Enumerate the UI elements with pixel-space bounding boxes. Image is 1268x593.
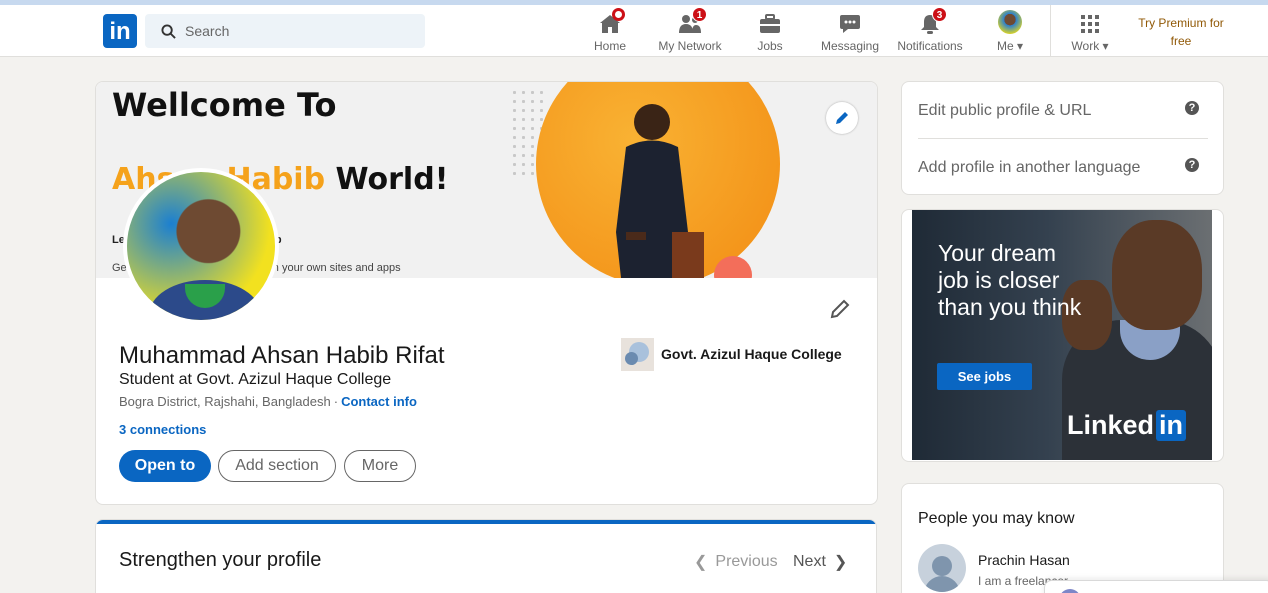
edit-banner-button[interactable]: [826, 102, 858, 134]
profile-name: Muhammad Ahsan Habib Rifat: [119, 342, 445, 369]
messaging-icon: [840, 15, 860, 33]
see-jobs-button[interactable]: See jobs: [937, 363, 1032, 390]
briefcase-icon: [760, 14, 780, 33]
search-input[interactable]: [185, 14, 415, 48]
more-button[interactable]: More: [344, 450, 416, 482]
connections-link[interactable]: 3 connections: [119, 422, 206, 437]
profile-headline: Student at Govt. Azizul Haque College: [119, 371, 392, 388]
grid-icon: [1081, 15, 1099, 33]
pymk-person-name[interactable]: Prachin Hasan: [978, 552, 1070, 568]
contact-info-link[interactable]: Contact info: [341, 394, 417, 409]
notifications-badge: 3: [932, 7, 947, 22]
ad-logo-box: in: [1156, 410, 1187, 441]
add-language-profile-link[interactable]: Add profile in another language: [918, 159, 1140, 177]
nav-notifications-label: Notifications: [897, 39, 963, 53]
nav-me-label: Me: [996, 39, 1014, 53]
me-avatar-icon: [998, 10, 1022, 34]
banner-person-illustration: [616, 104, 704, 278]
banner-small-line-2-end: on your own sites and apps: [266, 262, 401, 274]
edit-intro-button[interactable]: [829, 298, 851, 325]
nav-divider: [1050, 5, 1051, 57]
strengthen-title: Strengthen your profile: [119, 549, 322, 571]
edit-public-profile-link[interactable]: Edit public profile & URL: [918, 102, 1091, 120]
banner-title: Wellcome To: [112, 86, 337, 124]
help-icon[interactable]: ?: [1185, 101, 1199, 115]
ad-linkedin-logo: Linked in: [1067, 410, 1187, 441]
pymk-avatar-shoulders: [924, 576, 960, 592]
try-premium-link[interactable]: Try Premium for free: [1131, 14, 1231, 50]
nav-my-network[interactable]: 1 My Network: [652, 7, 728, 56]
next-label: Next: [793, 553, 826, 570]
nav-messaging[interactable]: Messaging: [818, 10, 882, 56]
profile-photo[interactable]: [123, 168, 279, 324]
linkedin-logo[interactable]: in: [103, 14, 137, 48]
nav-home-label: Home: [593, 39, 626, 53]
profile-location-row: Bogra District, Rajshahi, Bangladesh · Con…: [119, 394, 417, 409]
ad-person-face: [1112, 220, 1202, 330]
next-button[interactable]: Next ❯: [793, 552, 847, 572]
people-you-may-know-card: People you may know Prachin Hasan I am a…: [901, 483, 1224, 593]
messaging-popup[interactable]: [1044, 580, 1268, 593]
search-icon: [161, 24, 176, 39]
nav-home[interactable]: Home: [590, 8, 630, 56]
previous-label: Previous: [715, 553, 778, 570]
chevron-down-icon: ▾: [1016, 39, 1024, 53]
nav-jobs-label: Jobs: [757, 39, 783, 53]
chevron-right-icon: ❯: [833, 554, 848, 571]
messaging-avatar: [1059, 589, 1081, 593]
college-logo[interactable]: [621, 338, 654, 371]
banner-subtitle-dark: World!: [325, 162, 449, 197]
nav-my-network-label: My Network: [658, 39, 722, 53]
profile-card: Wellcome To Ahsan Habib World! Leb Geon …: [95, 81, 878, 505]
help-icon[interactable]: ?: [1185, 158, 1199, 172]
pencil-icon: [830, 299, 850, 319]
open-to-button[interactable]: Open to: [119, 450, 211, 482]
pymk-avatar[interactable]: [918, 544, 966, 592]
nav-notifications[interactable]: 3 Notifications: [893, 7, 967, 56]
pymk-avatar-head: [932, 556, 952, 576]
home-notification-dot: [612, 8, 625, 21]
strengthen-profile-card: Strengthen your profile ❮ Previous Next …: [95, 519, 877, 593]
network-badge: 1: [692, 7, 707, 22]
search-box[interactable]: [145, 14, 425, 48]
pencil-icon: [836, 112, 848, 124]
pymk-title: People you may know: [918, 510, 1075, 527]
sidebar-divider: [918, 138, 1208, 139]
chevron-down-icon: ▾: [1102, 39, 1109, 53]
nav-work-label: Work: [1071, 39, 1100, 53]
nav-messaging-label: Messaging: [820, 39, 880, 53]
strengthen-accent-bar: [96, 520, 876, 524]
location-separator: ·: [333, 394, 339, 409]
linkedin-jobs-ad[interactable]: Your dream job is closer than you think …: [912, 210, 1212, 460]
ad-headline: Your dream job is closer than you think: [938, 240, 1082, 320]
ad-logo-text: Linked: [1067, 410, 1155, 440]
college-logo-circle-2: [625, 352, 638, 365]
top-navbar: in Home 1 My Network Jobs Messaging 3: [0, 5, 1268, 57]
college-name-link[interactable]: Govt. Azizul Haque College: [661, 346, 842, 362]
profile-settings-card: Edit public profile & URL ? Add profile …: [901, 81, 1224, 195]
nav-me[interactable]: Me ▾: [990, 10, 1030, 56]
previous-button[interactable]: ❮ Previous: [694, 552, 778, 572]
profile-location: Bogra District, Rajshahi, Bangladesh: [119, 394, 331, 409]
nav-jobs[interactable]: Jobs: [750, 10, 790, 56]
nav-work[interactable]: Work ▾: [1066, 10, 1114, 56]
add-section-button[interactable]: Add section: [218, 450, 336, 482]
chevron-left-icon: ❮: [694, 554, 708, 571]
